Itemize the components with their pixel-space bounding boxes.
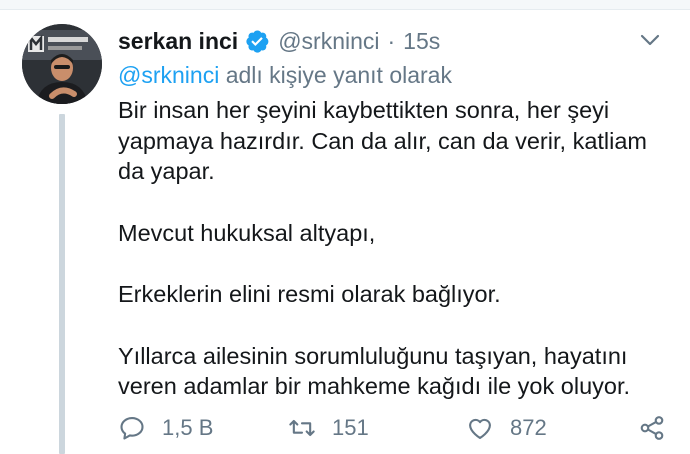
retweet-count: 151 — [332, 415, 369, 440]
verified-badge-icon — [244, 28, 270, 54]
retweet-button[interactable]: 151 — [288, 411, 369, 445]
timestamp[interactable]: 15s — [403, 28, 440, 55]
reply-context: @srkninci adlı kişiye yanıt olarak — [118, 62, 678, 92]
tweet-header: serkan inci @srkninci · 15s — [118, 22, 678, 60]
heart-icon — [469, 418, 491, 439]
tweet-paragraph: Erkeklerin elini resmi olarak bağlıyor. — [118, 281, 501, 307]
retweet-icon — [289, 419, 315, 437]
avatar-column — [22, 24, 102, 454]
reply-count: 1,5 B — [162, 415, 214, 440]
tweet-content: serkan inci @srkninci · 15s @srkninci ad… — [118, 22, 678, 402]
like-count: 872 — [510, 415, 547, 440]
tweet-paragraph: Bir insan her şeyini kaybettikten sonra,… — [118, 97, 648, 184]
like-button[interactable]: 872 — [466, 411, 547, 445]
tweet-body: Bir insan her şeyini kaybettikten sonra,… — [118, 95, 678, 402]
top-separator — [0, 0, 690, 10]
header-separator: · — [387, 27, 396, 54]
share-button[interactable] — [638, 411, 682, 445]
reply-context-label: adlı kişiye yanıt olarak — [219, 62, 452, 88]
thread-connector-line — [59, 114, 65, 454]
reply-button[interactable]: 1,5 B — [118, 411, 213, 445]
display-name[interactable]: serkan inci — [118, 28, 238, 55]
tweet-actions: 1,5 B 151 872 — [118, 411, 678, 445]
reply-icon — [120, 417, 144, 440]
tweet-paragraph: Mevcut hukuksal altyapı, — [118, 219, 376, 246]
share-icon — [640, 416, 664, 440]
user-handle[interactable]: @srkninci — [278, 28, 379, 55]
chevron-down-icon[interactable] — [638, 28, 662, 52]
reply-mention-link[interactable]: @srkninci — [118, 62, 219, 88]
avatar[interactable] — [22, 24, 102, 104]
avatar-image — [22, 24, 102, 104]
tweet-paragraph: Yıllarca ailesinin sorumluluğunu taşıyan… — [118, 342, 631, 400]
